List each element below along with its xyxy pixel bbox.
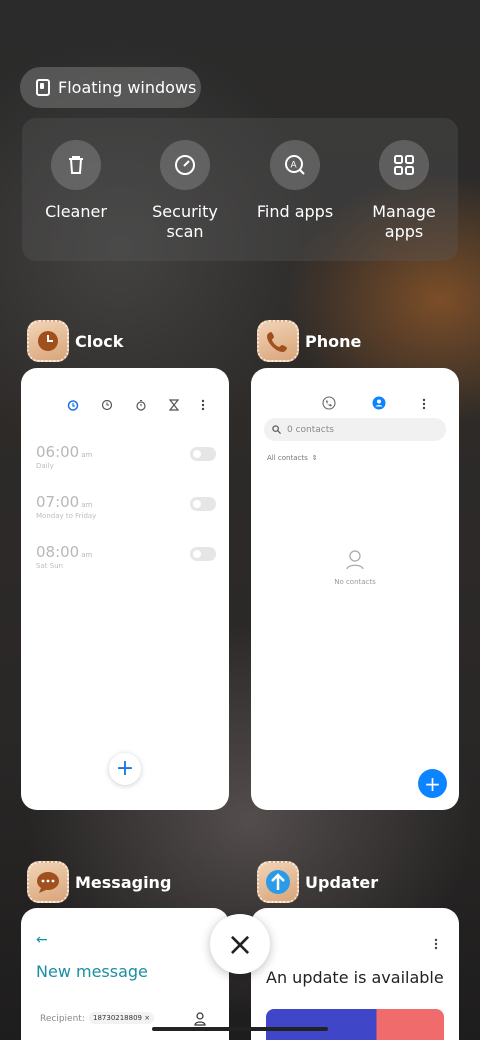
home-indicator[interactable] bbox=[152, 1027, 328, 1031]
empty-contacts-label: No contacts bbox=[334, 578, 376, 586]
messaging-app-name: Messaging bbox=[75, 872, 172, 892]
alarm-ampm: am bbox=[81, 451, 93, 459]
quick-actions-panel: Cleaner Security scan A Find apps Manage… bbox=[22, 118, 458, 261]
update-available-title: An update is available bbox=[266, 968, 444, 987]
more-options-icon bbox=[201, 396, 205, 415]
alarm-repeat: Sat Sun bbox=[36, 562, 64, 570]
clock-icon bbox=[27, 320, 69, 362]
alarm-row[interactable]: 08:00 am Sat Sun bbox=[36, 543, 216, 570]
add-alarm-button[interactable]: + bbox=[109, 753, 141, 785]
clock-app-card[interactable]: 06:00 am Daily 07:00 am Monday to Friday 0… bbox=[21, 368, 229, 810]
alarm-time: 08:00 bbox=[36, 543, 80, 561]
new-message-title: New message bbox=[36, 962, 148, 981]
search-placeholder: 0 contacts bbox=[287, 424, 334, 435]
back-arrow-icon[interactable]: ← bbox=[36, 932, 48, 948]
contacts-search-input[interactable]: 0 contacts bbox=[264, 418, 446, 441]
updater-app-card[interactable]: An update is available bbox=[251, 908, 459, 1040]
update-banner-image bbox=[266, 1009, 444, 1040]
cleaner-label: Cleaner bbox=[45, 202, 107, 221]
alarm-ampm: am bbox=[81, 551, 93, 559]
empty-contacts-state: No contacts bbox=[251, 550, 459, 586]
more-options-icon[interactable] bbox=[434, 938, 438, 950]
find-apps-button[interactable]: A Find apps bbox=[245, 140, 345, 222]
contacts-filter-label: All contacts bbox=[267, 454, 308, 462]
world-clock-icon bbox=[101, 396, 113, 415]
update-arrow-icon bbox=[257, 861, 299, 903]
timer-icon bbox=[168, 396, 180, 415]
find-apps-label: Find apps bbox=[256, 202, 334, 221]
alarm-time: 06:00 bbox=[36, 443, 80, 461]
sort-arrows-icon: ⇕ bbox=[311, 454, 318, 462]
contacts-filter-dropdown[interactable]: All contacts ⇕ bbox=[267, 454, 318, 462]
phone-app-header[interactable]: Phone bbox=[257, 320, 361, 362]
phone-app-name: Phone bbox=[305, 331, 362, 351]
search-apps-icon: A bbox=[270, 140, 320, 190]
alarm-time: 07:00 bbox=[36, 493, 80, 511]
svg-text:A: A bbox=[291, 161, 298, 171]
updater-app-name: Updater bbox=[305, 872, 379, 892]
floating-window-icon bbox=[36, 79, 50, 96]
more-options-icon bbox=[422, 395, 426, 414]
grid-icon bbox=[379, 140, 429, 190]
floating-windows-label: Floating windows bbox=[58, 78, 197, 97]
close-all-button[interactable]: × bbox=[210, 914, 270, 974]
phone-app-card[interactable]: 0 contacts All contacts ⇕ No contacts + bbox=[251, 368, 459, 810]
search-icon bbox=[272, 425, 281, 434]
recipient-label: Recipient: bbox=[40, 1014, 85, 1024]
add-contact-button[interactable]: + bbox=[418, 769, 447, 798]
security-scan-button[interactable]: Security scan bbox=[135, 140, 235, 242]
stopwatch-icon bbox=[135, 396, 147, 415]
contacts-icon bbox=[372, 395, 386, 414]
messaging-app-header[interactable]: Messaging bbox=[27, 861, 171, 903]
alarm-row[interactable]: 07:00 am Monday to Friday bbox=[36, 493, 216, 520]
alarm-toggle[interactable] bbox=[190, 497, 216, 511]
clock-app-name: Clock bbox=[75, 331, 124, 351]
clock-app-header[interactable]: Clock bbox=[27, 320, 123, 362]
close-icon: × bbox=[226, 925, 254, 963]
alarm-toggle[interactable] bbox=[190, 447, 216, 461]
alarm-icon bbox=[67, 396, 79, 415]
recipient-chip[interactable]: 18730218809 × bbox=[89, 1012, 155, 1024]
alarm-repeat: Monday to Friday bbox=[36, 512, 97, 520]
phone-icon bbox=[257, 320, 299, 362]
updater-app-header[interactable]: Updater bbox=[257, 861, 378, 903]
message-bubble-icon bbox=[27, 861, 69, 903]
cleaner-button[interactable]: Cleaner bbox=[26, 140, 126, 222]
shield-check-icon bbox=[160, 140, 210, 190]
alarm-toggle[interactable] bbox=[190, 547, 216, 561]
person-outline-icon bbox=[346, 550, 364, 570]
floating-windows-button[interactable]: Floating windows bbox=[20, 67, 201, 108]
messaging-app-card[interactable]: ← New message Recipient: 18730218809 × bbox=[21, 908, 229, 1040]
alarm-row[interactable]: 06:00 am Daily bbox=[36, 443, 216, 470]
security-scan-label: Security scan bbox=[152, 202, 218, 241]
manage-apps-button[interactable]: Manage apps bbox=[354, 140, 454, 242]
alarm-repeat: Daily bbox=[36, 462, 54, 470]
add-contact-icon[interactable] bbox=[194, 1012, 206, 1026]
alarm-ampm: am bbox=[81, 501, 93, 509]
call-log-icon bbox=[322, 395, 336, 414]
manage-apps-label: Manage apps bbox=[372, 202, 436, 241]
trash-icon bbox=[51, 140, 101, 190]
